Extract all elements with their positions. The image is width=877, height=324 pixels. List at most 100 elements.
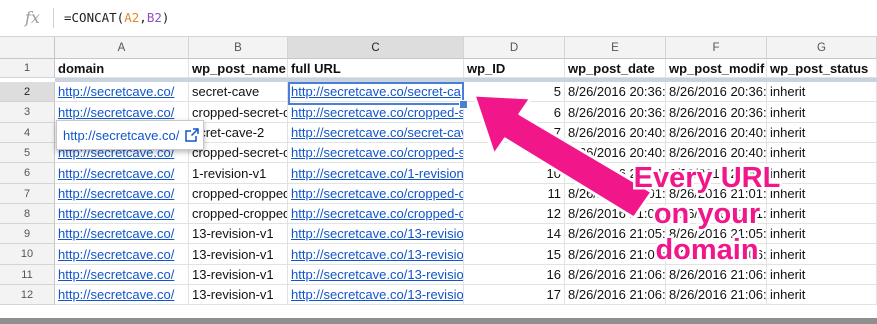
cell-d7[interactable]: 11 bbox=[464, 184, 565, 204]
cell-g8[interactable]: inherit bbox=[767, 204, 877, 224]
cell-e10[interactable]: 8/26/2016 21:06: bbox=[565, 244, 666, 265]
cell-f9[interactable]: 8/26/2016 21:05: bbox=[666, 224, 767, 244]
cell-c12[interactable]: http://secretcave.co/13-revisio bbox=[288, 285, 464, 305]
cell-e12[interactable]: 8/26/2016 21:06: bbox=[565, 285, 666, 305]
cell-g5[interactable]: inherit bbox=[767, 143, 877, 163]
header-cell-c[interactable]: full URL bbox=[288, 59, 464, 78]
column-header-d[interactable]: D bbox=[464, 37, 565, 59]
row-header-7[interactable]: 7 bbox=[0, 184, 55, 204]
cell-e2[interactable]: 8/26/2016 20:36: bbox=[565, 82, 666, 102]
cell-b7[interactable]: cropped-cropped bbox=[189, 184, 288, 204]
cell-d12[interactable]: 17 bbox=[464, 285, 565, 305]
column-header-c[interactable]: C bbox=[288, 37, 464, 59]
cell-e3[interactable]: 8/26/2016 20:36: bbox=[565, 102, 666, 123]
cell-b11[interactable]: 13-revision-v1 bbox=[189, 265, 288, 285]
cell-c11[interactable]: http://secretcave.co/13-revisio bbox=[288, 265, 464, 285]
header-cell-d[interactable]: wp_ID bbox=[464, 59, 565, 78]
cell-a2[interactable]: http://secretcave.co/ bbox=[55, 82, 189, 102]
cell-f7[interactable]: 8/26/2016 21:01: bbox=[666, 184, 767, 204]
frozen-row-divider[interactable] bbox=[55, 78, 877, 82]
row-header-10[interactable]: 10 bbox=[0, 244, 55, 265]
cell-f11[interactable]: 8/26/2016 21:06: bbox=[666, 265, 767, 285]
cell-c9[interactable]: http://secretcave.co/13-revisio bbox=[288, 224, 464, 244]
cell-a12[interactable]: http://secretcave.co/ bbox=[55, 285, 189, 305]
row-header-6[interactable]: 6 bbox=[0, 163, 55, 184]
cell-a9[interactable]: http://secretcave.co/ bbox=[55, 224, 189, 244]
header-cell-b[interactable]: wp_post_name bbox=[189, 59, 288, 78]
row-header-5[interactable]: 5 bbox=[0, 143, 55, 163]
cell-c5[interactable]: http://secretcave.co/cropped-s bbox=[288, 143, 464, 163]
cell-b6[interactable]: 1-revision-v1 bbox=[189, 163, 288, 184]
cell-a6[interactable]: http://secretcave.co/ bbox=[55, 163, 189, 184]
cell-c6[interactable]: http://secretcave.co/1-revision bbox=[288, 163, 464, 184]
header-cell-g[interactable]: wp_post_status bbox=[767, 59, 877, 78]
cell-d3[interactable]: 6 bbox=[464, 102, 565, 123]
cell-d9[interactable]: 14 bbox=[464, 224, 565, 244]
cell-e5[interactable]: 8/26/2016 20:40: bbox=[565, 143, 666, 163]
cell-g3[interactable]: inherit bbox=[767, 102, 877, 123]
cell-g6[interactable]: inherit bbox=[767, 163, 877, 184]
header-cell-e[interactable]: wp_post_date bbox=[565, 59, 666, 78]
column-header-b[interactable]: B bbox=[189, 37, 288, 59]
row-header-11[interactable]: 11 bbox=[0, 265, 55, 285]
cell-c10[interactable]: http://secretcave.co/13-revisio bbox=[288, 244, 464, 265]
cell-c4[interactable]: http://secretcave.co/secret-cav bbox=[288, 123, 464, 143]
cell-e8[interactable]: 8/26/2016 21:01: bbox=[565, 204, 666, 224]
cell-b9[interactable]: 13-revision-v1 bbox=[189, 224, 288, 244]
cell-d10[interactable]: 15 bbox=[464, 244, 565, 265]
column-header-f[interactable]: F bbox=[666, 37, 767, 59]
cell-a8[interactable]: http://secretcave.co/ bbox=[55, 204, 189, 224]
cell-f10[interactable]: 8/26/2016 21:06: bbox=[666, 244, 767, 265]
cell-a7[interactable]: http://secretcave.co/ bbox=[55, 184, 189, 204]
open-link-icon[interactable] bbox=[185, 128, 199, 142]
cell-b8[interactable]: cropped-cropped bbox=[189, 204, 288, 224]
cell-f6[interactable]: 8/26/2016 20:54: bbox=[666, 163, 767, 184]
fill-handle[interactable] bbox=[459, 100, 468, 109]
row-header-12[interactable]: 12 bbox=[0, 285, 55, 305]
cell-f8[interactable]: 8/26/2016 21:01: bbox=[666, 204, 767, 224]
column-header-g[interactable]: G bbox=[767, 37, 877, 59]
row-header-4[interactable]: 4 bbox=[0, 123, 55, 143]
cell-e6[interactable]: 8/26/2016 20:54: bbox=[565, 163, 666, 184]
header-cell-a[interactable]: domain bbox=[55, 59, 189, 78]
cell-f2[interactable]: 8/26/2016 20:36: bbox=[666, 82, 767, 102]
row-header-3[interactable]: 3 bbox=[0, 102, 55, 123]
cell-a11[interactable]: http://secretcave.co/ bbox=[55, 265, 189, 285]
cell-f3[interactable]: 8/26/2016 20:36: bbox=[666, 102, 767, 123]
cell-d5[interactable]: 8 bbox=[464, 143, 565, 163]
cell-d11[interactable]: 16 bbox=[464, 265, 565, 285]
formula-input[interactable]: =CONCAT(A2,B2) bbox=[64, 10, 169, 25]
cell-g7[interactable]: inherit bbox=[767, 184, 877, 204]
cell-f12[interactable]: 8/26/2016 21:06: bbox=[666, 285, 767, 305]
cell-e4[interactable]: 8/26/2016 20:40: bbox=[565, 123, 666, 143]
row-header-9[interactable]: 9 bbox=[0, 224, 55, 244]
cell-e9[interactable]: 8/26/2016 21:05: bbox=[565, 224, 666, 244]
cell-e11[interactable]: 8/26/2016 21:06: bbox=[565, 265, 666, 285]
row-header-8[interactable]: 8 bbox=[0, 204, 55, 224]
cell-g9[interactable]: inherit bbox=[767, 224, 877, 244]
cell-b10[interactable]: 13-revision-v1 bbox=[189, 244, 288, 265]
cell-c7[interactable]: http://secretcave.co/cropped-c bbox=[288, 184, 464, 204]
cell-g10[interactable]: inherit bbox=[767, 244, 877, 265]
cell-d4[interactable]: 7 bbox=[464, 123, 565, 143]
cell-g2[interactable]: inherit bbox=[767, 82, 877, 102]
header-cell-f[interactable]: wp_post_modif bbox=[666, 59, 767, 78]
cell-g11[interactable]: inherit bbox=[767, 265, 877, 285]
row-header-2[interactable]: 2 bbox=[0, 82, 55, 102]
cell-g12[interactable]: inherit bbox=[767, 285, 877, 305]
column-header-a[interactable]: A bbox=[55, 37, 189, 59]
cell-c3[interactable]: http://secretcave.co/cropped-s bbox=[288, 102, 464, 123]
cell-c8[interactable]: http://secretcave.co/cropped-c bbox=[288, 204, 464, 224]
row-header-1[interactable]: 1 bbox=[0, 59, 55, 78]
cell-e7[interactable]: 8/26/2016 21:01: bbox=[565, 184, 666, 204]
link-preview-url[interactable]: http://secretcave.co/ bbox=[63, 128, 179, 143]
cell-g4[interactable]: inherit bbox=[767, 123, 877, 143]
cell-d2[interactable]: 5 bbox=[464, 82, 565, 102]
cell-f4[interactable]: 8/26/2016 20:40: bbox=[666, 123, 767, 143]
column-header-e[interactable]: E bbox=[565, 37, 666, 59]
cell-b2[interactable]: secret-cave bbox=[189, 82, 288, 102]
cell-f5[interactable]: 8/26/2016 20:40: bbox=[666, 143, 767, 163]
cell-d8[interactable]: 12 bbox=[464, 204, 565, 224]
cell-c2[interactable]: http://secretcave.co/secret-ca bbox=[288, 82, 464, 102]
cell-a10[interactable]: http://secretcave.co/ bbox=[55, 244, 189, 265]
